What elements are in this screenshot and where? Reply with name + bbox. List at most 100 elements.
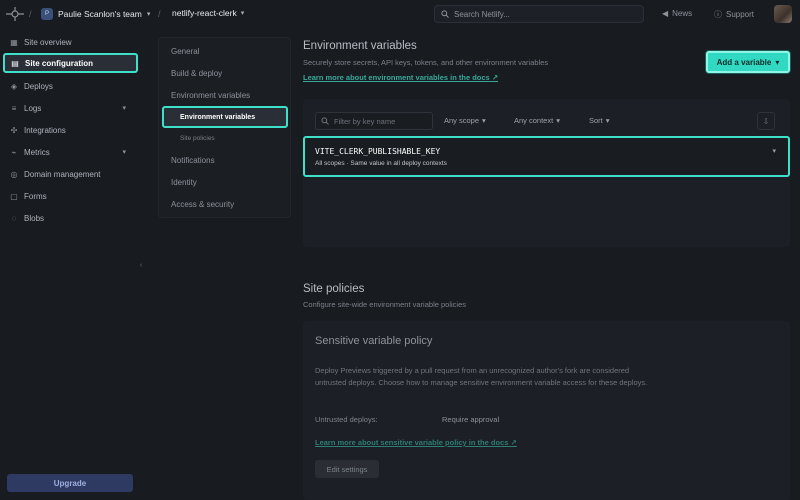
search-input[interactable] bbox=[454, 9, 624, 19]
subnav-identity[interactable]: Identity bbox=[171, 178, 197, 187]
site-policies-subtitle: Configure site-wide environment variable… bbox=[303, 300, 466, 309]
search-icon bbox=[441, 10, 449, 18]
subnav-notifications[interactable]: Notifications bbox=[171, 156, 215, 165]
news-label: News bbox=[672, 9, 693, 18]
upgrade-button[interactable]: Upgrade bbox=[7, 474, 133, 492]
team-name: Paulie Scanlon's team bbox=[58, 9, 142, 19]
policy-card-title: Sensitive variable policy bbox=[315, 335, 433, 347]
breadcrumb-separator: / bbox=[29, 9, 32, 19]
chevron-down-icon: ▾ bbox=[775, 57, 780, 67]
config-icon: ▤ bbox=[11, 58, 19, 68]
deploy-icon: ◈ bbox=[10, 81, 18, 91]
sidebar-item-label: Forms bbox=[24, 191, 47, 201]
scope-dropdown[interactable]: Any scope ▾ bbox=[444, 116, 486, 125]
blobs-icon: ◌ bbox=[11, 213, 17, 223]
untrusted-deploys-label: Untrusted deploys: bbox=[315, 415, 378, 424]
chevron-down-icon: ▾ bbox=[122, 105, 126, 112]
sidebar-item-label: Metrics bbox=[24, 147, 50, 157]
sort-dropdown-label: Sort bbox=[589, 116, 603, 125]
chevron-down-icon: ▾ bbox=[122, 149, 126, 156]
user-avatar[interactable] bbox=[774, 5, 792, 23]
chevron-down-icon: ▾ bbox=[240, 10, 245, 17]
context-dropdown[interactable]: Any context ▾ bbox=[514, 116, 560, 125]
external-link-icon: ↗ bbox=[510, 438, 517, 447]
subnav-access-security[interactable]: Access & security bbox=[171, 200, 234, 209]
subnav-build-deploy[interactable]: Build & deploy bbox=[171, 69, 222, 78]
policy-docs-link[interactable]: Learn more about sensitive variable poli… bbox=[315, 438, 517, 447]
chevron-down-icon[interactable]: ▾ bbox=[772, 147, 776, 155]
add-variable-label: Add a variable bbox=[716, 57, 772, 67]
variable-contexts: Same value in all deploy contexts bbox=[350, 160, 447, 167]
sidebar-item-forms[interactable]: ▢ Forms bbox=[0, 186, 138, 206]
scope-dropdown-label: Any scope bbox=[444, 116, 480, 125]
sidebar-item-site-configuration[interactable]: ▤ Site configuration bbox=[3, 53, 138, 73]
sidebar-item-label: Site overview bbox=[24, 37, 72, 47]
env-docs-link[interactable]: Learn more about environment variables i… bbox=[303, 73, 498, 82]
sidebar-item-label: Integrations bbox=[24, 125, 66, 135]
netlify-logo-icon[interactable] bbox=[6, 7, 24, 21]
chevron-down-icon: ▾ bbox=[605, 116, 610, 125]
support-label: Support bbox=[726, 10, 755, 19]
env-docs-link-label: Learn more about environment variables i… bbox=[303, 73, 490, 82]
add-variable-button[interactable]: Add a variable ▾ bbox=[706, 51, 790, 73]
news-link[interactable]: ◀ News bbox=[662, 9, 692, 18]
sidebar-item-label: Logs bbox=[24, 103, 42, 113]
page-title: Environment variables bbox=[303, 40, 417, 52]
globe-icon: ◎ bbox=[10, 169, 18, 179]
policy-docs-link-label: Learn more about sensitive variable poli… bbox=[315, 438, 509, 447]
chevron-down-icon: ▾ bbox=[482, 116, 486, 125]
help-circle-icon: ⓘ bbox=[714, 10, 722, 19]
edit-settings-button[interactable]: Edit settings bbox=[315, 460, 379, 478]
context-dropdown-label: Any context bbox=[514, 116, 554, 125]
search-box[interactable] bbox=[434, 5, 644, 23]
team-switcher[interactable]: P Paulie Scanlon's team ▾ bbox=[41, 8, 150, 20]
collapse-sidebar-icon[interactable]: ‹ bbox=[135, 259, 147, 271]
variable-row[interactable]: VITE_CLERK_PUBLISHABLE_KEY All scopes · … bbox=[303, 136, 790, 177]
chevron-down-icon: ▾ bbox=[556, 116, 560, 125]
sidebar: ▦ Site overview ▤ Site configuration ◈ D… bbox=[0, 28, 140, 500]
subnav-general[interactable]: General bbox=[171, 47, 199, 56]
grid-icon: ▦ bbox=[10, 37, 18, 47]
external-link-icon: ↗ bbox=[491, 73, 499, 82]
site-policies-title: Site policies bbox=[303, 283, 365, 295]
variable-meta: All scopes · Same value in all deploy co… bbox=[315, 160, 447, 167]
megaphone-icon: ◀ bbox=[662, 9, 669, 18]
subnav-site-policies[interactable]: Site policies bbox=[180, 135, 215, 142]
subnav-env-vars-active[interactable]: Environment variables bbox=[162, 106, 288, 128]
variable-scopes: All scopes bbox=[315, 160, 345, 167]
sidebar-item-logs[interactable]: ≡ Logs ▾ bbox=[0, 98, 138, 118]
variable-key: VITE_CLERK_PUBLISHABLE_KEY bbox=[315, 147, 441, 156]
sidebar-item-deploys[interactable]: ◈ Deploys bbox=[0, 76, 138, 96]
sidebar-item-label: Deploys bbox=[24, 81, 53, 91]
sidebar-item-label: Domain management bbox=[24, 169, 101, 179]
download-icon[interactable]: ⇩ bbox=[757, 112, 775, 130]
sidebar-item-blobs[interactable]: ◌ Blobs bbox=[0, 208, 138, 228]
settings-subnav: General Build & deploy Environment varia… bbox=[158, 37, 291, 218]
untrusted-deploys-value: Require approval bbox=[442, 415, 500, 424]
subnav-environment-variables[interactable]: Environment variables bbox=[171, 91, 250, 100]
support-link[interactable]: ⓘ Support bbox=[714, 9, 754, 20]
filter-input[interactable] bbox=[334, 116, 429, 126]
sidebar-item-domain-management[interactable]: ◎ Domain management bbox=[0, 164, 138, 184]
search-icon bbox=[321, 117, 329, 125]
sidebar-item-label: Site configuration bbox=[25, 58, 93, 68]
sort-dropdown[interactable]: Sort ▾ bbox=[589, 116, 610, 125]
chevron-down-icon: ▾ bbox=[146, 11, 151, 18]
sidebar-item-integrations[interactable]: ✣ Integrations bbox=[0, 120, 138, 140]
filter-box[interactable] bbox=[315, 112, 433, 130]
site-switcher[interactable]: netlify-react-clerk ▾ bbox=[172, 8, 244, 18]
top-bar: / P Paulie Scanlon's team ▾ / netlify-re… bbox=[0, 0, 800, 28]
breadcrumb-separator: / bbox=[158, 9, 161, 19]
sensitive-policy-card: Sensitive variable policy Deploy Preview… bbox=[303, 321, 790, 500]
sidebar-item-label: Blobs bbox=[24, 213, 45, 223]
team-avatar: P bbox=[41, 8, 53, 20]
sidebar-item-site-overview[interactable]: ▦ Site overview bbox=[0, 32, 138, 52]
sidebar-item-metrics[interactable]: ⌁ Metrics ▾ bbox=[0, 142, 138, 162]
logs-icon: ≡ bbox=[11, 103, 17, 113]
page-subtitle: Securely store secrets, API keys, tokens… bbox=[303, 58, 549, 67]
integrations-icon: ✣ bbox=[10, 125, 18, 135]
site-name: netlify-react-clerk bbox=[172, 8, 237, 18]
metrics-icon: ⌁ bbox=[11, 147, 17, 157]
forms-icon: ▢ bbox=[10, 191, 18, 201]
policy-description: Deploy Previews triggered by a pull requ… bbox=[315, 366, 648, 387]
